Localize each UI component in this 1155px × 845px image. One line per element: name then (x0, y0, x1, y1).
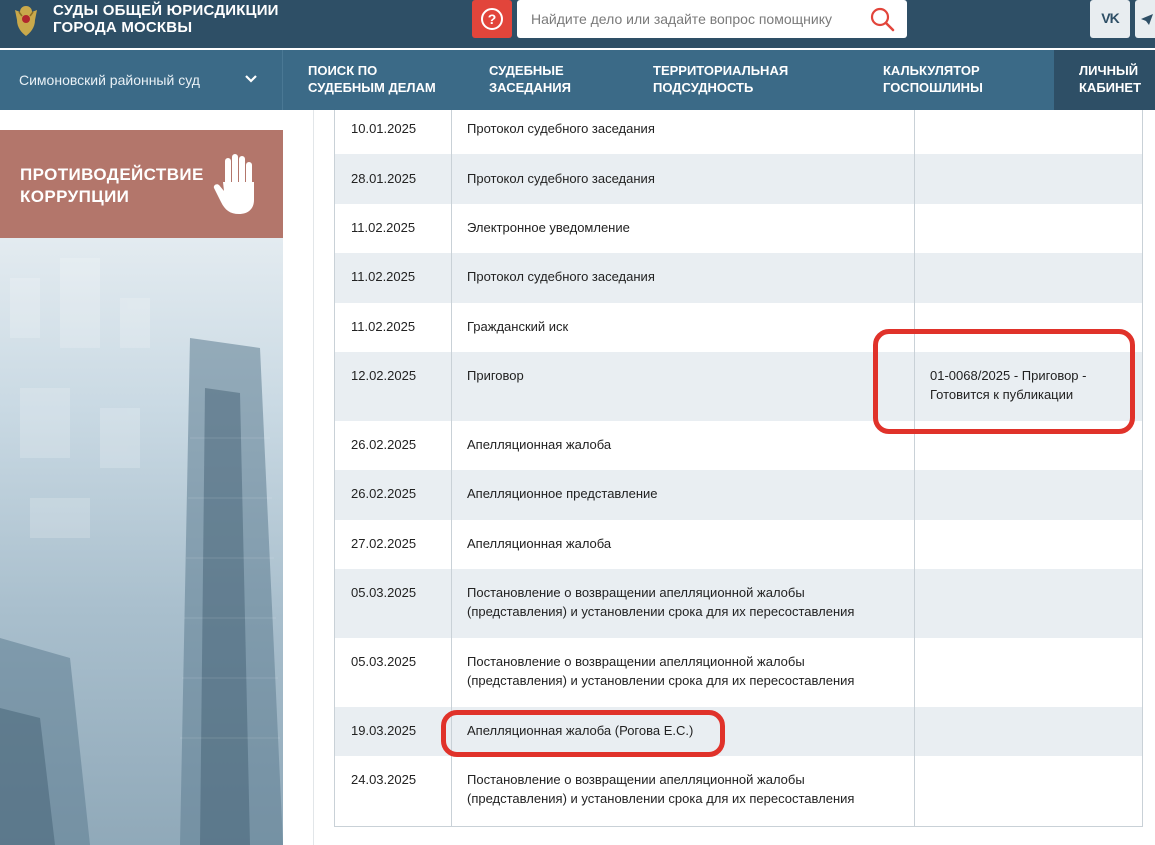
coat-of-arms-icon[interactable] (8, 2, 44, 38)
row-document[interactable]: Апелляционное представление (467, 484, 907, 503)
row-date: 27.02.2025 (351, 536, 417, 551)
chevron-down-icon (245, 75, 257, 83)
nav-case-search[interactable]: Поиск по судебным делам (308, 62, 436, 96)
table-row: 10.01.2025 Протокол судебного заседания (335, 110, 1142, 154)
anticorruption-banner[interactable]: Противодействие коррупции (0, 130, 283, 238)
nav-court-sessions-line2: заседания (489, 80, 571, 95)
telegram-icon (1141, 14, 1153, 25)
row-date: 11.02.2025 (351, 269, 416, 284)
row-document[interactable]: Постановление о возвращении апелляционно… (467, 583, 907, 621)
nav-fee-calculator-line1: Калькулятор (883, 63, 980, 78)
left-sidebar: Противодействие коррупции (0, 110, 283, 845)
row-document[interactable]: Постановление о возвращении апелляционно… (467, 770, 907, 808)
vk-icon: VK (1101, 10, 1119, 26)
row-document[interactable]: Протокол судебного заседания (467, 119, 907, 138)
hand-icon (213, 154, 254, 214)
anticorruption-line2: коррупции (20, 187, 130, 206)
telegram-button[interactable] (1135, 0, 1155, 38)
row-date: 26.02.2025 (351, 437, 417, 452)
table-row: 26.02.2025 Апелляционное представление (335, 470, 1142, 520)
row-date: 24.03.2025 (351, 772, 417, 787)
nav-jurisdiction-line2: подсудность (653, 80, 754, 95)
table-row: 11.02.2025 Электронное уведомление (335, 204, 1142, 253)
row-date: 26.02.2025 (351, 486, 417, 501)
court-selector[interactable]: Симоновский районный суд (0, 50, 283, 110)
site-header: Суды общей юрисдикции города Москвы ? VK (0, 0, 1155, 48)
search-input[interactable] (531, 9, 861, 29)
main-nav: Симоновский районный суд Поиск по судебн… (0, 50, 1155, 110)
content-divider (313, 110, 314, 845)
nav-jurisdiction-line1: Территориальная (653, 63, 789, 78)
row-document[interactable]: Гражданский иск (467, 317, 907, 336)
nav-court-sessions[interactable]: Судебные заседания (489, 62, 571, 96)
anticorruption-label: Противодействие коррупции (20, 164, 204, 208)
nav-fee-calculator-line2: госпошлины (883, 80, 983, 95)
sidebar-spacer (0, 110, 283, 130)
row-date: 10.01.2025 (351, 121, 417, 136)
main-content: 10.01.2025 Протокол судебного заседания … (283, 110, 1155, 845)
site-title[interactable]: Суды общей юрисдикции города Москвы (53, 2, 279, 36)
row-date: 11.02.2025 (351, 319, 416, 334)
table-row: 27.02.2025 Апелляционная жалоба (335, 520, 1142, 569)
site-title-line2: города Москвы (53, 19, 193, 36)
row-document[interactable]: Апелляционная жалоба (467, 534, 907, 553)
vk-button[interactable]: VK (1090, 0, 1130, 38)
anticorruption-line1: Противодействие (20, 165, 204, 184)
nav-personal-account-line1: Личный (1079, 63, 1139, 78)
table-row: 05.03.2025 Постановление о возвращении а… (335, 638, 1142, 707)
table-row: 24.03.2025 Постановление о возвращении а… (335, 756, 1142, 826)
help-button[interactable]: ? (472, 0, 512, 38)
table-row: 05.03.2025 Постановление о возвращении а… (335, 569, 1142, 638)
nav-court-sessions-line1: Судебные (489, 63, 564, 78)
column-divider (914, 110, 915, 827)
table-row: 28.01.2025 Протокол судебного заседания (335, 154, 1142, 204)
nav-case-search-line2: судебным делам (308, 80, 436, 95)
row-document[interactable]: Протокол судебного заседания (467, 267, 907, 286)
row-document[interactable]: Приговор (467, 366, 907, 385)
question-icon: ? (481, 8, 503, 30)
search-icon[interactable] (869, 6, 895, 32)
nav-case-search-line1: Поиск по (308, 63, 378, 78)
highlight-appeal-rogova (441, 710, 725, 757)
row-date: 12.02.2025 (351, 368, 417, 383)
highlight-publication-status (873, 329, 1135, 434)
row-date: 19.03.2025 (351, 723, 417, 738)
row-document[interactable]: Электронное уведомление (467, 218, 907, 237)
row-date: 05.03.2025 (351, 585, 417, 600)
court-selector-label: Симоновский районный суд (19, 72, 200, 88)
row-date: 05.03.2025 (351, 654, 417, 669)
nav-personal-account-line2: кабинет (1079, 80, 1142, 95)
nav-personal-account-label: Личный кабинет (1079, 62, 1141, 96)
row-document[interactable]: Апелляционная жалоба (467, 435, 907, 454)
row-document[interactable]: Постановление о возвращении апелляционно… (467, 652, 907, 690)
table-row: 11.02.2025 Протокол судебного заседания (335, 253, 1142, 303)
nav-fee-calculator[interactable]: Калькулятор госпошлины (883, 62, 983, 96)
row-date: 11.02.2025 (351, 220, 416, 235)
row-date: 28.01.2025 (351, 171, 417, 186)
row-document[interactable]: Протокол судебного заседания (467, 169, 907, 188)
nav-jurisdiction[interactable]: Территориальная подсудность (653, 62, 788, 96)
search-box (517, 0, 907, 38)
city-background-image (0, 258, 283, 845)
site-title-line1: Суды общей юрисдикции (53, 2, 279, 19)
nav-personal-account[interactable]: Личный кабинет (1054, 50, 1155, 110)
